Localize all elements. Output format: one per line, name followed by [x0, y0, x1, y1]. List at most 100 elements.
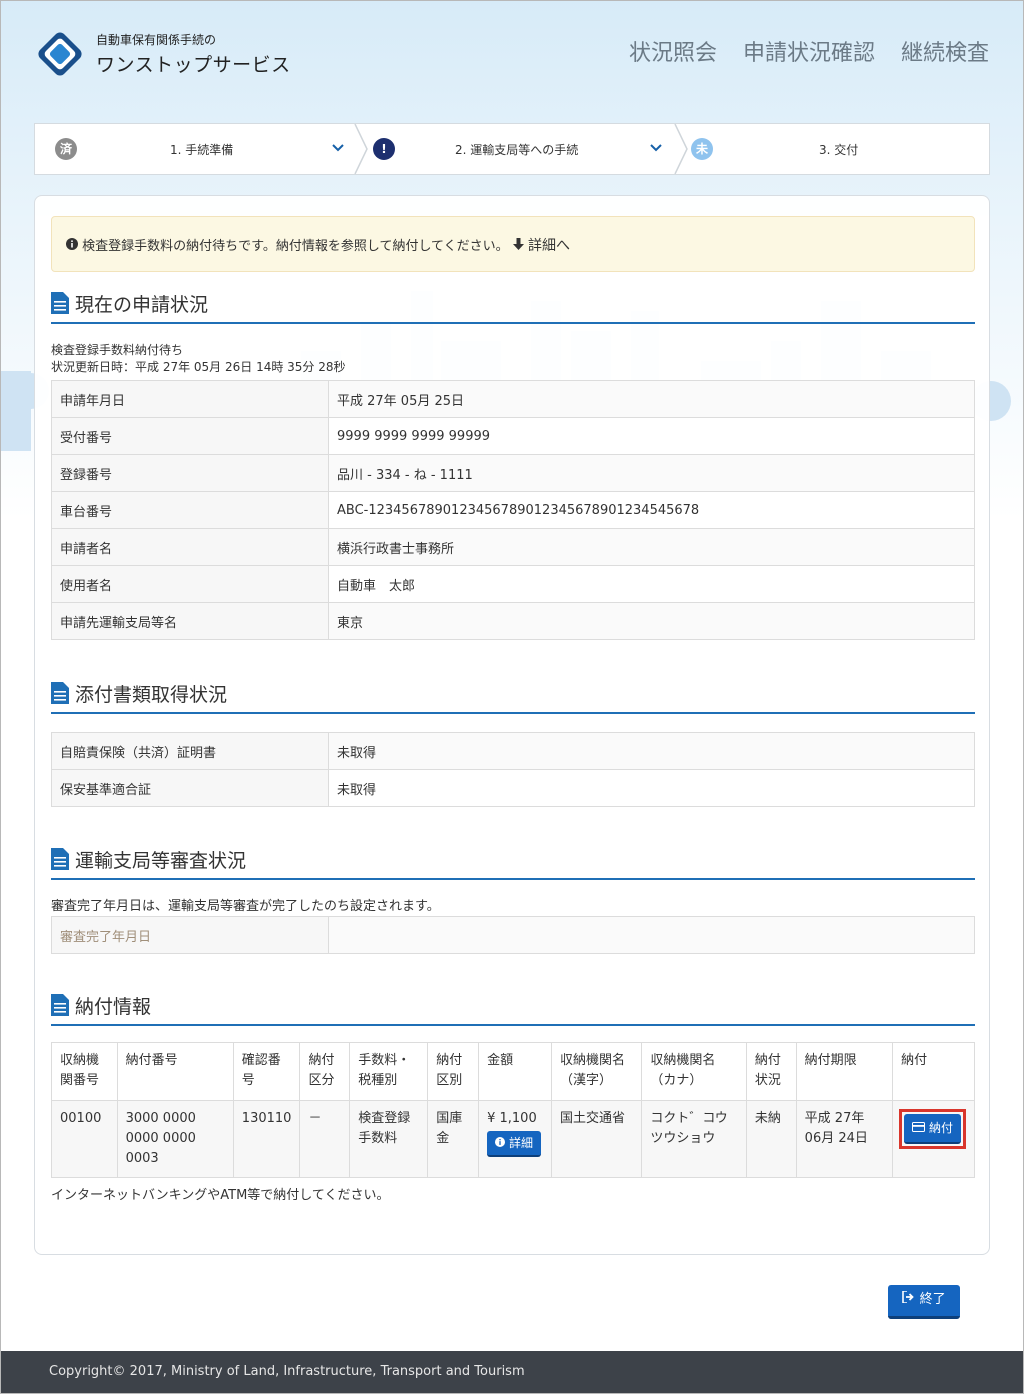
step-separator — [674, 124, 688, 174]
table-row: 申請者名 横浜行政書士事務所 — [51, 528, 975, 566]
copyright-text: Copyright© 2017, Ministry of Land, Infra… — [49, 1364, 525, 1379]
confirm-number: 130110 — [232, 1100, 301, 1178]
document-icon — [51, 682, 69, 704]
section-review-status: 運輸支局等審査状況 — [51, 844, 975, 880]
review-note: 審査完了年月日は、運輸支局等審査が完了したのち設定されます。 — [51, 899, 440, 914]
arrow-down-icon[interactable] — [512, 238, 524, 250]
agency-number: 00100 — [51, 1100, 118, 1178]
row-key: 申請年月日 — [51, 380, 329, 418]
row-key: 保安基準適合証 — [51, 769, 329, 807]
row-value — [328, 916, 975, 954]
agency-name-kana: コクト゛コウツウショウ — [641, 1100, 747, 1178]
row-key: 使用者名 — [51, 565, 329, 603]
payment-class: － — [299, 1100, 351, 1178]
nav-continuous-inspection[interactable]: 継続検査 — [901, 35, 989, 67]
table-row: 00100 3000 0000 0000 0000 0003 130110 － … — [51, 1100, 975, 1178]
row-value: 平成 27年 05月 25日 — [328, 380, 975, 418]
col-header: 納付区別 — [427, 1042, 480, 1101]
detail-link[interactable]: 詳細へ — [528, 238, 570, 254]
col-header: 納付 — [892, 1042, 975, 1101]
alert-message: 検査登録手数料の納付待ちです。納付情報を参照して納付してください。 — [82, 239, 509, 254]
detail-button[interactable]: 詳細 — [487, 1131, 541, 1157]
table-row: 使用者名 自動車 太郎 — [51, 565, 975, 603]
row-key: 申請先運輸支局等名 — [51, 602, 329, 640]
nav-status-inquiry[interactable]: 状況照会 — [629, 35, 717, 67]
table-row: 車台番号 ABC-12345678901234567890123456789012… — [51, 491, 975, 529]
chevron-down-icon[interactable] — [649, 138, 663, 158]
pay-cell: 納付 — [892, 1100, 975, 1178]
document-icon — [51, 848, 69, 870]
table-row: 申請年月日 平成 27年 05月 25日 — [51, 380, 975, 418]
payment-status: 未納 — [745, 1100, 797, 1178]
step-preparation[interactable]: 済 1. 手続準備 — [35, 124, 355, 174]
section-current-status: 現在の申請状況 — [51, 288, 975, 324]
payment-kind: 国庫金 — [427, 1100, 480, 1178]
col-header: 収納機関番号 — [51, 1042, 118, 1101]
section-title: 納付情報 — [75, 996, 152, 1018]
step-label: 2. 運輸支局等への手続 — [455, 143, 579, 157]
done-icon: 済 — [55, 138, 77, 160]
step-transport-office[interactable]: ! 2. 運輸支局等への手続 — [369, 124, 689, 174]
col-header: 納付期限 — [795, 1042, 894, 1101]
document-icon — [51, 994, 69, 1016]
col-header: 収納機関名（カナ） — [641, 1042, 747, 1101]
step-issue[interactable]: 未 3. 交付 — [689, 124, 989, 174]
docs-table: 自賠責保険（共済）証明書 未取得 保安基準適合証 未取得 — [51, 732, 975, 807]
payment-note: インターネットバンキングやATM等で納付してください。 — [51, 1188, 390, 1203]
payment-deadline: 平成 27年 06月 24日 — [795, 1100, 894, 1178]
logo-title: ワンストップサービス — [96, 54, 291, 76]
step-label: 3. 交付 — [819, 143, 859, 157]
section-attached-docs: 添付書類取得状況 — [51, 678, 975, 714]
credit-card-icon — [912, 1122, 926, 1132]
payment-alert: 検査登録手数料の納付待ちです。納付情報を参照して納付してください。 詳細へ — [51, 216, 975, 272]
col-header: 納付状況 — [745, 1042, 797, 1101]
amount-cell: ¥ 1,100 詳細 — [478, 1100, 553, 1178]
end-button[interactable]: 終了 — [888, 1285, 960, 1319]
row-value: 未取得 — [328, 732, 975, 770]
detail-button-label: 詳細 — [508, 1136, 533, 1150]
row-key: 受付番号 — [51, 417, 329, 455]
col-header: 納付番号 — [116, 1042, 234, 1101]
main-card: 検査登録手数料の納付待ちです。納付情報を参照して納付してください。 詳細へ 現在… — [34, 195, 990, 1255]
table-row: 受付番号 9999 9999 9999 99999 — [51, 417, 975, 455]
document-icon — [51, 292, 69, 314]
row-value: 未取得 — [328, 769, 975, 807]
table-header-row: 収納機関番号 納付番号 確認番号 納付区分 手数料・税種別 納付区別 金額 収納… — [51, 1042, 975, 1101]
section-title: 添付書類取得状況 — [75, 684, 228, 706]
col-header: 収納機関名（漢字） — [551, 1042, 643, 1101]
payment-number: 3000 0000 0000 0000 0003 — [116, 1100, 234, 1178]
site-header: 自動車保有関係手続の ワンストップサービス 状況照会 申請状況確認 継続検査 — [1, 1, 1023, 101]
table-row: 申請先運輸支局等名 東京 — [51, 602, 975, 640]
status-table: 申請年月日 平成 27年 05月 25日 受付番号 9999 9999 9999 9… — [51, 380, 975, 640]
col-header: 手数料・税種別 — [349, 1042, 429, 1101]
site-footer: Copyright© 2017, Ministry of Land, Infra… — [1, 1351, 1023, 1393]
progress-steps: 済 1. 手続準備 ! 2. 運輸支局等への手続 未 3. 交付 — [34, 123, 990, 175]
end-button-label: 終了 — [919, 1292, 946, 1307]
section-title: 現在の申請状況 — [75, 294, 209, 316]
row-key: 登録番号 — [51, 454, 329, 492]
row-key: 申請者名 — [51, 528, 329, 566]
chevron-down-icon[interactable] — [331, 138, 345, 158]
alert-icon: ! — [373, 138, 395, 160]
logo-subtitle: 自動車保有関係手続の — [96, 33, 217, 47]
row-value: 品川 - 334 - ね - 1111 — [328, 454, 975, 492]
pending-icon: 未 — [691, 138, 713, 160]
fee-type: 検査登録手数料 — [349, 1100, 429, 1178]
row-value: 東京 — [328, 602, 975, 640]
row-value: 横浜行政書士事務所 — [328, 528, 975, 566]
status-meta: 検査登録手数料納付待ち 状況更新日時：平成 27年 05月 26日 14時 35… — [51, 342, 346, 376]
table-row: 登録番号 品川 - 334 - ね - 1111 — [51, 454, 975, 492]
row-value: ABC-123456789012345678901234567890123454… — [328, 491, 975, 529]
pay-button-label: 納付 — [928, 1121, 953, 1135]
section-payment-info: 納付情報 — [51, 990, 975, 1026]
status-updated: 状況更新日時：平成 27年 05月 26日 14時 35分 28秒 — [51, 360, 346, 374]
nav-application-status[interactable]: 申請状況確認 — [743, 35, 875, 67]
logo-icon[interactable] — [33, 27, 87, 81]
table-row: 審査完了年月日 — [51, 916, 975, 954]
pay-button[interactable]: 納付 — [904, 1114, 961, 1144]
row-value: 9999 9999 9999 99999 — [328, 417, 975, 455]
step-separator — [354, 124, 368, 174]
sign-out-icon — [902, 1290, 915, 1304]
col-header: 金額 — [478, 1042, 553, 1101]
table-row: 保安基準適合証 未取得 — [51, 769, 975, 807]
